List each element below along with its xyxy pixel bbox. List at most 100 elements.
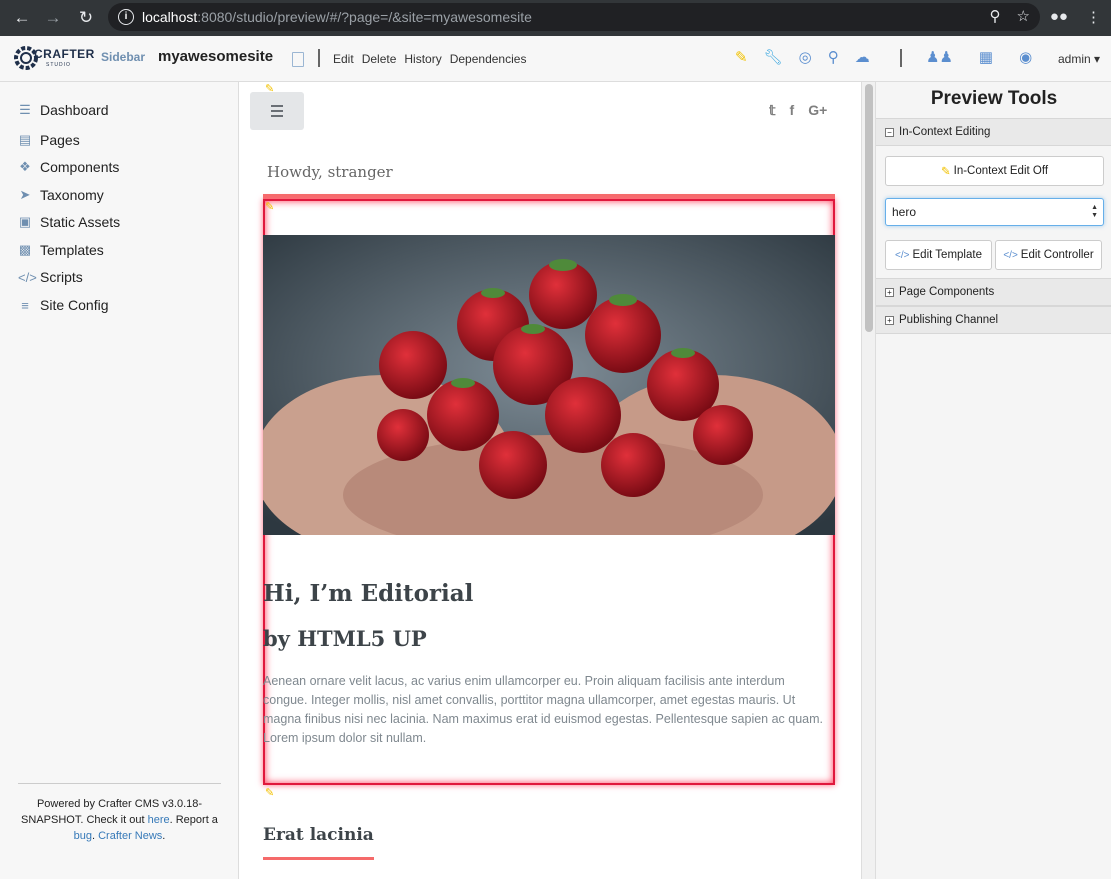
sitemap-icon[interactable]: ▦: [979, 48, 993, 66]
more-menu-icon[interactable]: ⋮: [1086, 8, 1101, 26]
twitter-icon[interactable]: 𝕥: [769, 102, 776, 119]
forward-icon[interactable]: →: [37, 8, 69, 28]
cloud-upload-icon[interactable]: ☁: [855, 48, 870, 66]
expand-icon: +: [885, 315, 894, 325]
sidebar-item-label: Static Assets: [40, 214, 121, 230]
delete-button[interactable]: Delete: [362, 52, 397, 66]
sidebar-item-label: Scripts: [40, 269, 83, 285]
hero-body: Aenean ornare velit lacus, ac varius eni…: [263, 674, 824, 745]
image-icon: ▣: [18, 214, 32, 229]
site-sidebar: ☰ Dashboard ▤ Pages ❖ Components ➤ Taxon…: [0, 82, 239, 879]
username: admin: [1058, 52, 1091, 66]
google-plus-icon[interactable]: G+: [808, 102, 827, 119]
sidebar-item-taxonomy[interactable]: ➤ Taxonomy: [18, 187, 104, 203]
search-icon[interactable]: ⚲: [828, 48, 839, 66]
section-label: In-Context Editing: [899, 126, 991, 138]
target-icon[interactable]: ◎: [799, 48, 812, 66]
globe-icon[interactable]: ◉: [1019, 48, 1032, 66]
section-edit-pencil-icon[interactable]: ✎: [265, 786, 274, 799]
toggle-label: In-Context Edit Off: [953, 165, 1049, 177]
footer-text: . Report a: [169, 814, 218, 826]
sidebar-item-site-config[interactable]: ≡ Site Config: [18, 297, 108, 313]
section-heading-underline: [263, 857, 374, 860]
url-path: :8080/studio/preview/#/?page=/&site=myaw…: [197, 9, 532, 25]
button-label: Edit Template: [912, 249, 982, 261]
address-bar[interactable]: i localhost:8080/studio/preview/#/?page=…: [108, 3, 1040, 31]
preview-frame: ✎ 𝕥 f G+ Howdy, stranger ✎ Hi, I’m Edito…: [239, 82, 861, 879]
logo-text: CRAFTER: [34, 47, 95, 61]
user-menu[interactable]: admin ▾: [1058, 52, 1100, 66]
sidebar-item-label: Taxonomy: [40, 187, 104, 203]
sidebar-item-static-assets[interactable]: ▣ Static Assets: [18, 214, 120, 230]
edit-button[interactable]: Edit: [333, 52, 354, 66]
bookmark-star-icon[interactable]: ☆: [1017, 7, 1030, 25]
hero-edit-pencil-icon[interactable]: ✎: [265, 200, 274, 213]
zoom-icon[interactable]: ⚲: [990, 7, 1001, 25]
wrench-icon[interactable]: 🔧︎: [764, 48, 783, 66]
sidebar-item-label: Templates: [40, 242, 104, 258]
section-label: Page Components: [899, 286, 995, 298]
page-icon: ▤: [18, 132, 32, 147]
selected-component: hero: [892, 205, 917, 219]
section-label: Publishing Channel: [899, 314, 999, 326]
sidebar-item-templates[interactable]: ▩ Templates: [18, 242, 104, 258]
sidebar-item-label: Pages: [40, 132, 80, 148]
scrollbar-thumb[interactable]: [865, 84, 873, 332]
edit-template-button[interactable]: </> Edit Template: [885, 240, 992, 270]
strawberries-image: [263, 235, 835, 535]
site-info-icon[interactable]: i: [118, 9, 134, 25]
sidebar-item-components[interactable]: ❖ Components: [18, 159, 119, 175]
site-name[interactable]: myawesomesite: [158, 48, 273, 65]
pencil-icon: ✎: [940, 166, 951, 178]
expand-icon: +: [885, 287, 894, 297]
bug-link[interactable]: bug: [74, 830, 92, 842]
in-context-edit-toggle[interactable]: ✎ In-Context Edit Off: [885, 156, 1104, 186]
code-icon: </>: [18, 269, 37, 285]
footer-text: .: [162, 830, 166, 842]
component-select[interactable]: hero ▲ ▼: [885, 198, 1104, 226]
toolbar-divider-2: [900, 49, 902, 67]
sidebar-item-label: Components: [40, 159, 120, 175]
code-icon: </>: [895, 249, 910, 261]
users-icon[interactable]: ♟♟: [926, 48, 953, 66]
crafter-logo[interactable]: CRAFTER STUDIO: [14, 39, 94, 77]
facebook-icon[interactable]: f: [790, 102, 795, 119]
button-label: Edit Controller: [1020, 249, 1094, 261]
browser-chrome: ← → ↻ i localhost:8080/studio/preview/#/…: [0, 0, 1111, 36]
section-heading: Erat lacinia: [263, 825, 374, 845]
page-icon[interactable]: [292, 52, 304, 67]
publishing-channel-section[interactable]: + Publishing Channel: [876, 306, 1111, 334]
menu-toggle-button[interactable]: [250, 92, 304, 130]
incognito-icon[interactable]: ●●: [1050, 8, 1068, 26]
greeting: Howdy, stranger: [267, 163, 393, 181]
select-arrows-icon: ▲ ▼: [1091, 204, 1098, 219]
back-icon[interactable]: ←: [6, 8, 38, 28]
tags-icon: ➤: [19, 187, 31, 202]
crafter-news-link[interactable]: Crafter News: [98, 830, 162, 842]
in-context-editing-section[interactable]: − In-Context Editing: [876, 118, 1111, 146]
sliders-icon: ≡: [21, 297, 29, 313]
sidebar-footer: Powered by Crafter CMS v3.0.18-SNAPSHOT.…: [18, 783, 221, 844]
hero-title: Hi, I’m Editorial: [263, 580, 474, 607]
here-link[interactable]: here: [148, 814, 170, 826]
code-icon: </>: [1003, 249, 1018, 261]
toolbar-divider: [318, 49, 320, 67]
collapse-icon: −: [885, 127, 894, 137]
preview-scrollbar[interactable]: [861, 82, 875, 879]
sidebar-toggle[interactable]: Sidebar: [101, 50, 145, 64]
sidebar-item-pages[interactable]: ▤ Pages: [18, 132, 80, 148]
code-file-icon: ▩: [18, 242, 32, 257]
preview-tools-panel: Preview Tools − In-Context Editing ✎ In-…: [875, 82, 1111, 879]
history-button[interactable]: History: [404, 52, 441, 66]
hero-subtitle: by HTML5 UP: [263, 626, 427, 651]
reload-icon[interactable]: ↻: [70, 8, 102, 28]
sidebar-item-scripts[interactable]: </> Scripts: [18, 269, 83, 285]
sidebar-item-label: Site Config: [40, 297, 109, 313]
page-components-section[interactable]: + Page Components: [876, 278, 1111, 306]
pencil-icon[interactable]: ✎: [735, 48, 748, 66]
hero-image: [263, 235, 835, 535]
dependencies-button[interactable]: Dependencies: [450, 52, 527, 66]
sidebar-item-dashboard[interactable]: ☰ Dashboard: [18, 102, 108, 118]
panel-title: Preview Tools: [930, 88, 1058, 109]
edit-controller-button[interactable]: </> Edit Controller: [995, 240, 1102, 270]
